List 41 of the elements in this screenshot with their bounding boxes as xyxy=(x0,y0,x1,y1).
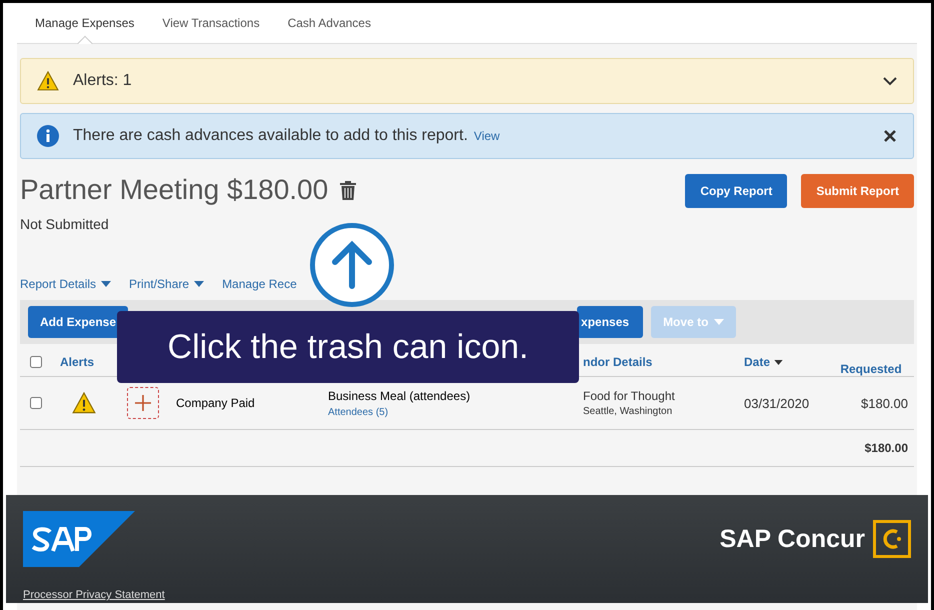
copy-button[interactable]: Copy Report xyxy=(685,174,788,208)
close-icon[interactable] xyxy=(883,129,897,143)
select-all-checkbox[interactable] xyxy=(30,356,42,368)
expense-type: Business Meal (attendees) xyxy=(328,388,470,402)
privacy-link[interactable]: Processor Privacy Statement xyxy=(23,589,911,603)
warning-icon xyxy=(37,71,59,91)
sort-icon xyxy=(774,360,784,364)
report-menu[interactable]: Print/Share xyxy=(129,277,204,291)
caret-icon xyxy=(714,319,724,325)
report-title: Partner Meeting $180.00 xyxy=(20,174,328,206)
report-menu[interactable]: Report Details xyxy=(20,277,112,291)
report-status: Not Submitted xyxy=(20,216,110,232)
total-amount: $180.00 xyxy=(864,441,908,455)
callout-tooltip: Click the trash can icon. xyxy=(117,311,579,383)
expense-date: 03/31/2020 xyxy=(744,396,810,410)
tab[interactable]: View Transactions xyxy=(148,3,274,43)
trash-icon[interactable] xyxy=(340,180,356,200)
brand-name: SAP Concur xyxy=(720,524,865,554)
view-link[interactable]: View xyxy=(474,129,500,143)
report-menu[interactable]: Manage Rece xyxy=(222,277,297,291)
column-header[interactable]: ndor Details xyxy=(583,355,652,369)
tab[interactable]: Cash Advances xyxy=(274,3,385,43)
logo-icon xyxy=(873,520,911,558)
notice-text: There are cash advances available to add to this report. View xyxy=(73,127,501,145)
vendor-location: Seattle, Washington xyxy=(583,406,674,417)
expense-amount: $180.00 xyxy=(861,396,908,410)
submit-button[interactable]: Submit Report xyxy=(801,174,914,208)
payment-type: Company Paid xyxy=(176,396,256,410)
info-icon xyxy=(37,125,59,147)
alerts-label: Alerts: 1 xyxy=(73,72,133,90)
column-header[interactable]: Requested xyxy=(840,362,902,376)
warning-icon xyxy=(72,392,96,414)
add-receipt-icon[interactable] xyxy=(127,387,159,419)
vendor-name: Food for Thought xyxy=(583,389,676,403)
column-header[interactable]: Date xyxy=(744,355,770,369)
row-checkbox[interactable] xyxy=(30,397,42,409)
toolbar-button[interactable]: Add Expense xyxy=(28,306,128,338)
chevron-icon[interactable] xyxy=(883,76,897,86)
attendees-link[interactable]: Attendees (5) xyxy=(328,406,388,418)
column-header[interactable]: Alerts xyxy=(60,355,94,369)
toolbar-button[interactable]: xpenses xyxy=(577,306,644,338)
